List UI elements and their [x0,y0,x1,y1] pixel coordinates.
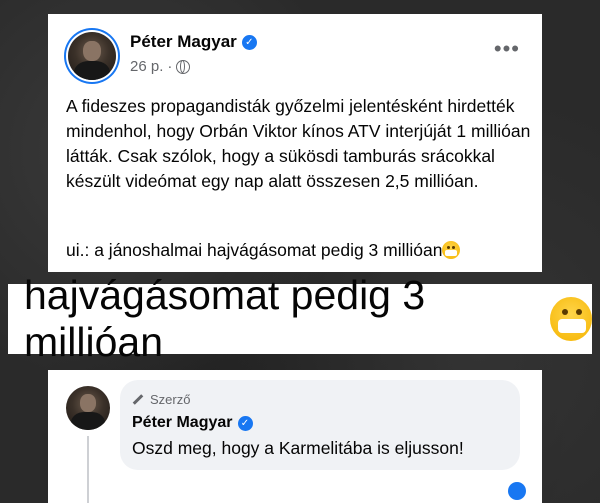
comment-author-avatar[interactable] [66,386,110,430]
zoomed-text-highlight: hajvágásomat pedig 3 millióan [8,272,592,365]
comment-author-row: Péter Magyar ✓ [132,414,253,432]
thread-line [87,436,89,503]
verified-badge-icon: ✓ [237,415,253,431]
globe-icon [176,59,191,74]
post-ps-line: ui.: a jánoshalmai hajvágásomat pedig 3 … [66,240,461,261]
pencil-icon [132,394,144,405]
facebook-comment: Szerző Péter Magyar ✓ Oszd meg, hogy a K… [48,370,542,503]
author-badge-label: Szerző [150,392,191,407]
author-name[interactable]: Péter Magyar [130,32,237,52]
verified-badge-icon: ✓ [241,34,257,50]
author-badge: Szerző [132,392,190,407]
medical-mask-emoji-large-icon [550,297,592,341]
facebook-post: Péter Magyar ✓ 26 p. · ••• A fideszes pr… [48,14,542,272]
author-avatar[interactable] [68,32,116,80]
post-meta: 26 p. · [130,58,191,75]
post-paragraph: A fideszes propagandisták győzelmi jelen… [66,96,531,191]
zoomed-text: hajvágásomat pedig 3 millióan [24,272,426,365]
author-row: Péter Magyar ✓ [130,32,257,52]
more-options-icon[interactable]: ••• [494,38,520,60]
meta-separator: · [167,58,173,75]
comment-author-name[interactable]: Péter Magyar [132,414,233,432]
medical-mask-emoji-icon [442,241,461,259]
comment-bubble: Szerző Péter Magyar ✓ Oszd meg, hogy a K… [120,380,520,470]
post-timestamp[interactable]: 26 p. [130,58,163,75]
post-ps-text: ui.: a jánoshalmai hajvágásomat pedig 3 … [66,240,443,260]
comment-text: Oszd meg, hogy a Karmelitába is eljusson… [132,438,464,458]
post-body: A fideszes propagandisták győzelmi jelen… [66,94,536,194]
reaction-icon[interactable] [508,482,526,500]
